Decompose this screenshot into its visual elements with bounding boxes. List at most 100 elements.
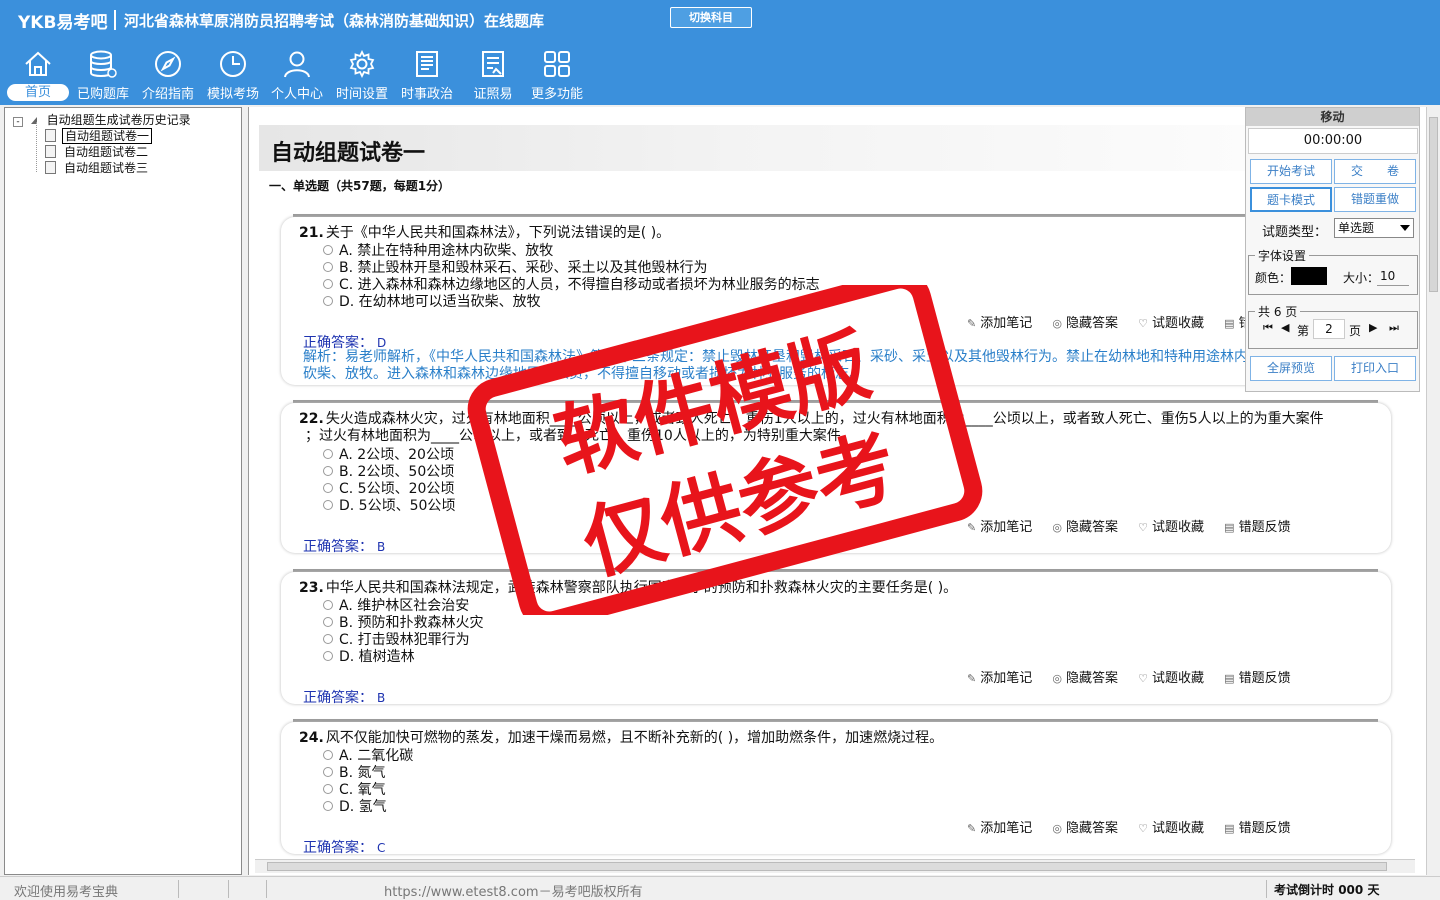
tree-item-paper-1[interactable]: 自动组题试卷一	[45, 127, 153, 144]
hide-answer-label: 隐藏答案	[1065, 520, 1118, 535]
hide-answer-button[interactable]: ◎ 隐藏答案	[1052, 316, 1118, 331]
error-report-button[interactable]: ▤错题反馈	[1224, 671, 1290, 686]
prev-page-icon[interactable]: ◀	[1281, 321, 1289, 334]
nav-personal-center[interactable]: 个人中心	[264, 45, 330, 103]
fullscreen-preview-button[interactable]: 全屏预览	[1250, 356, 1332, 381]
print-button[interactable]: 打印入口	[1334, 356, 1416, 381]
font-size-input[interactable]: 10	[1377, 266, 1409, 286]
report-icon: ▤	[1224, 822, 1235, 835]
submit-button[interactable]: 交 卷	[1334, 159, 1416, 184]
error-report-label: 错题反馈	[1238, 821, 1291, 836]
favorite-button[interactable]: ♡ 试题收藏	[1138, 316, 1204, 331]
nav-guide[interactable]: 介绍指南	[135, 45, 201, 103]
hide-answer-button[interactable]: ◎ 隐藏答案	[1052, 520, 1118, 535]
option-d[interactable]: D. 5公顷、50公顷	[323, 495, 455, 515]
radio-button[interactable]	[323, 651, 333, 661]
add-note-button[interactable]: ✎ 添加笔记	[967, 520, 1032, 535]
tree-root-label: 自动组题生成试卷历史记录	[46, 113, 191, 127]
switch-subject-button[interactable]: 切换科目	[670, 7, 752, 28]
nav-mock-exam[interactable]: 模拟考场	[200, 45, 266, 103]
nav-current-affairs[interactable]: 时事政治	[394, 45, 460, 103]
option-d[interactable]: D. 氢气	[323, 796, 387, 816]
favorite-button[interactable]: ♡ 试题收藏	[1138, 821, 1204, 836]
countdown-value: 000	[1338, 883, 1364, 897]
exam-timer: 00:00:00	[1248, 128, 1418, 154]
color-swatch[interactable]	[1291, 267, 1327, 285]
font-settings-group: 字体设置 颜色： 大小： 10	[1248, 247, 1418, 295]
report-icon: ▤	[1224, 317, 1235, 330]
question-stem: 24. 风不仅能加快可燃物的蒸发，加速干燥而易燃，且不断补充新的( )，增加助燃条…	[299, 727, 943, 747]
radio-button[interactable]	[323, 801, 333, 811]
panel-move-handle[interactable]: 移动	[1246, 108, 1419, 126]
radio-button[interactable]	[323, 634, 333, 644]
nav-more-features[interactable]: 更多功能	[524, 45, 590, 103]
radio-button[interactable]	[323, 767, 333, 777]
error-report-button[interactable]: ▤错题反馈	[1224, 520, 1290, 535]
radio-button[interactable]	[323, 245, 333, 255]
gear-icon	[349, 49, 375, 79]
nav-certificate[interactable]: 证照易	[460, 45, 526, 103]
vertical-scrollbar[interactable]	[1426, 107, 1440, 875]
wrong-redo-button[interactable]: 错题重做	[1334, 187, 1416, 212]
error-report-button[interactable]: ▤错题反馈	[1224, 821, 1290, 836]
first-page-icon[interactable]: ⏮	[1263, 321, 1273, 335]
add-note-label: 添加笔记	[980, 520, 1033, 535]
page-number-input[interactable]: 2	[1313, 319, 1345, 339]
nav-time-settings[interactable]: 时间设置	[329, 45, 395, 103]
favorite-button[interactable]: ♡ 试题收藏	[1138, 520, 1204, 535]
eye-icon: ◎	[1052, 521, 1062, 534]
hide-answer-button[interactable]: ◎ 隐藏答案	[1052, 821, 1118, 836]
radio-button[interactable]	[323, 466, 333, 476]
radio-button[interactable]	[323, 500, 333, 510]
add-note-button[interactable]: ✎ 添加笔记	[967, 671, 1032, 686]
favorite-button[interactable]: ♡ 试题收藏	[1138, 671, 1204, 686]
radio-button[interactable]	[323, 617, 333, 627]
radio-button[interactable]	[323, 296, 333, 306]
start-exam-button[interactable]: 开始考试	[1250, 159, 1332, 184]
nav-label: 模拟考场	[206, 87, 259, 102]
question-type-select[interactable]: 单选题	[1334, 218, 1414, 238]
option-text: D. 植树造林	[339, 649, 415, 665]
news-icon	[416, 51, 438, 77]
last-page-icon[interactable]: ⏭	[1389, 321, 1399, 335]
radio-button[interactable]	[323, 279, 333, 289]
question-card-22: 22. 失火造成森林火灾，过火有林地面积____公顷以上，或者致人死亡、重伤1人以…	[281, 403, 1391, 555]
nav-label: 介绍指南	[141, 87, 194, 102]
question-actions: ✎添加笔记 ◎隐藏答案 ♡试题收藏 ▤错题反馈	[967, 516, 1307, 535]
radio-button[interactable]	[323, 600, 333, 610]
document-icon	[482, 51, 504, 77]
tree-collapse-toggle[interactable]: -	[13, 117, 23, 127]
app-window: YKB易考吧 河北省森林草原消防员招聘考试（森林消防基础知识）在线题库 切换科目…	[0, 0, 1440, 900]
answer-value: B	[377, 691, 386, 705]
radio-button[interactable]	[323, 449, 333, 459]
option-d[interactable]: D. 在幼林地可以适当砍柴、放牧	[323, 291, 541, 311]
size-label: 大小：	[1343, 271, 1380, 285]
clock-icon	[220, 51, 246, 77]
add-note-button[interactable]: ✎ 添加笔记	[967, 821, 1032, 836]
nav-purchased[interactable]: 已购题库	[70, 45, 136, 103]
hide-answer-label: 隐藏答案	[1065, 821, 1118, 836]
hide-answer-button[interactable]: ◎ 隐藏答案	[1052, 671, 1118, 686]
radio-button[interactable]	[323, 784, 333, 794]
radio-button[interactable]	[323, 262, 333, 272]
tree-item-paper-2[interactable]: 自动组题试卷二	[45, 143, 150, 160]
tree-item-paper-3[interactable]: 自动组题试卷三	[45, 159, 150, 176]
status-bar: 欢迎使用易考宝典 https://www.etest8.com－易考吧版权所有 …	[0, 876, 1440, 900]
horizontal-scrollbar[interactable]	[255, 859, 1415, 873]
paper-file-icon	[45, 161, 56, 174]
nav-home[interactable]: 首页	[5, 45, 71, 103]
answer-label: 正确答案：	[303, 539, 373, 555]
question-stem: 21. 关于《中华人民共和国森林法》，下列说法错误的是( )。	[299, 222, 670, 242]
option-d[interactable]: D. 植树造林	[323, 646, 415, 666]
radio-button[interactable]	[323, 750, 333, 760]
tree-root[interactable]: - 自动组题生成试卷历史记录	[13, 111, 191, 128]
scroll-thumb[interactable]	[1429, 117, 1438, 292]
nav-label: 首页	[7, 84, 69, 101]
radio-button[interactable]	[323, 483, 333, 493]
card-mode-button[interactable]: 题卡模式	[1250, 187, 1332, 212]
add-note-button[interactable]: ✎ 添加笔记	[967, 316, 1032, 331]
hide-answer-label: 隐藏答案	[1065, 671, 1118, 686]
next-page-icon[interactable]: ▶	[1369, 321, 1377, 334]
brand-logo: YKB易考吧	[18, 13, 108, 33]
scroll-thumb[interactable]	[267, 862, 1387, 871]
